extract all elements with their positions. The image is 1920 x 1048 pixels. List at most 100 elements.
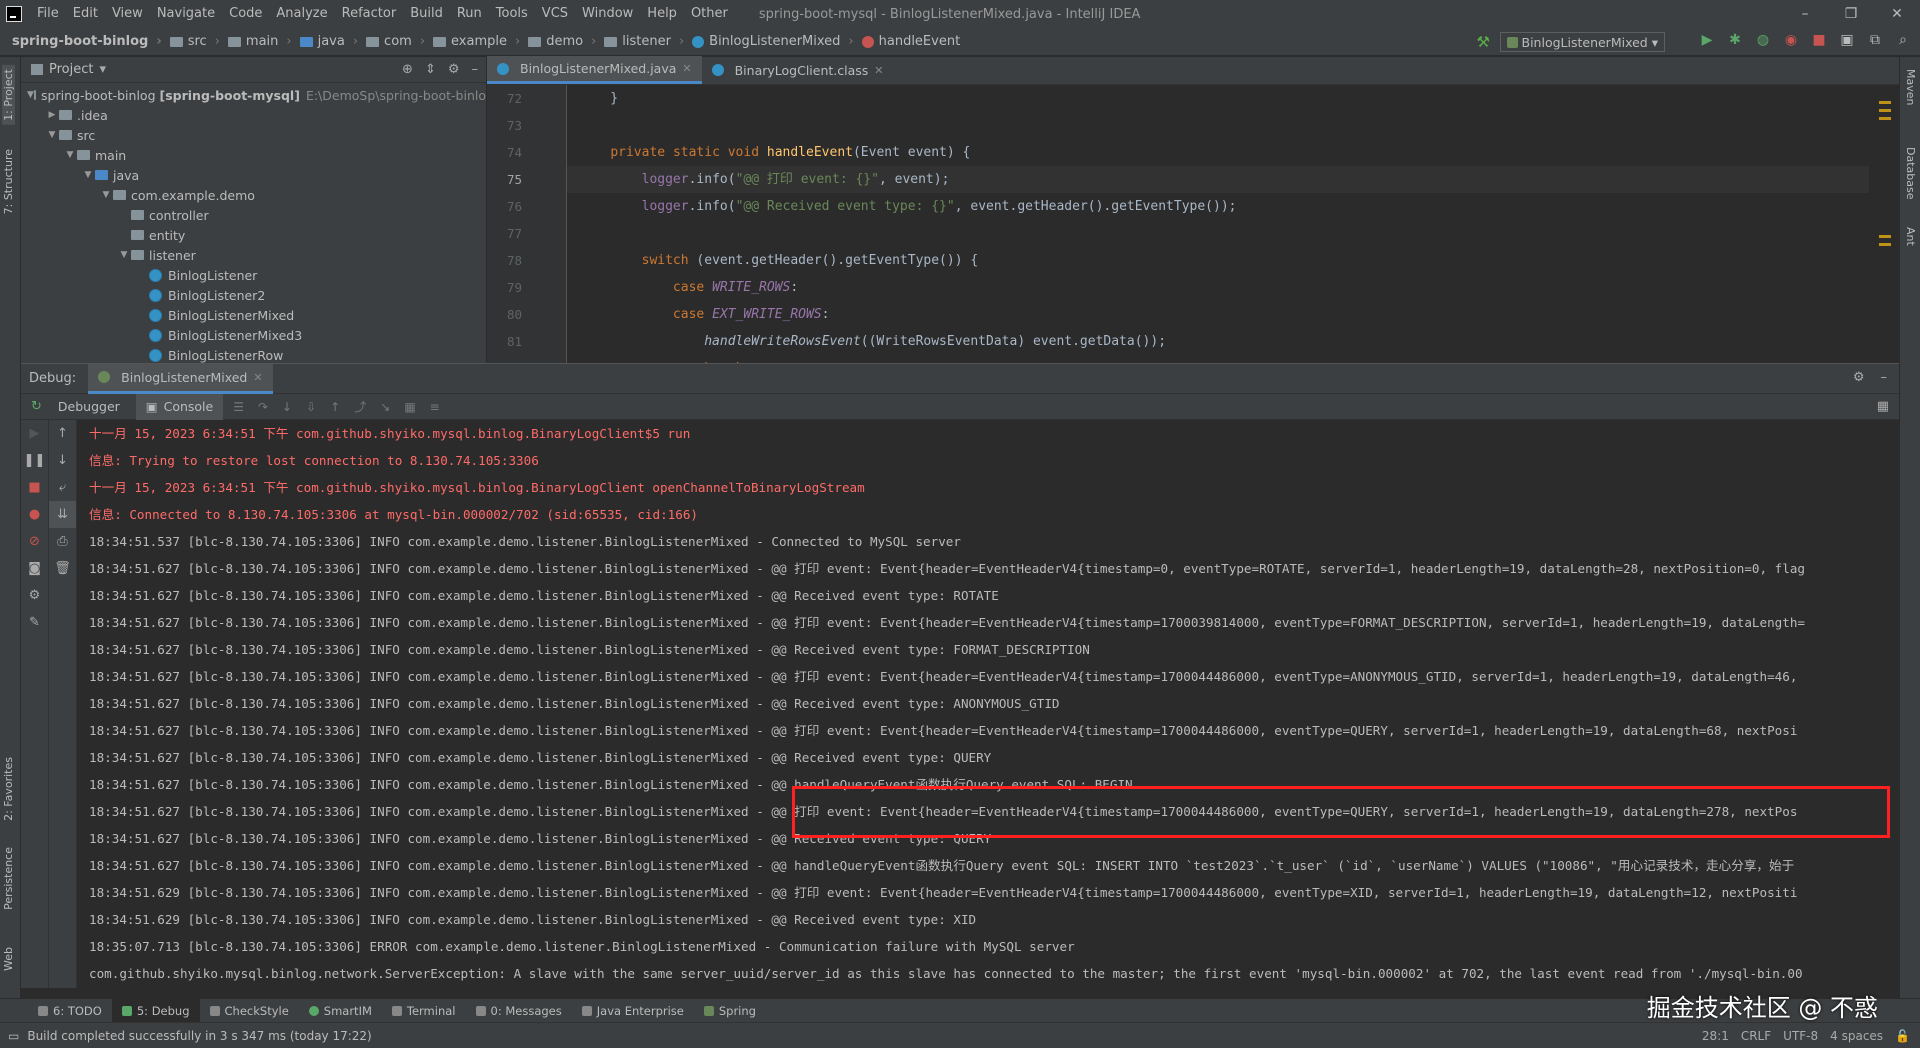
stop-icon[interactable]: ■ <box>21 474 48 501</box>
code-line[interactable]: case WRITE_ROWS: <box>567 274 1869 301</box>
tree-item[interactable]: ▶ .idea <box>21 105 486 125</box>
tool-tab-maven[interactable]: Maven <box>1904 69 1917 105</box>
menu-edit[interactable]: Edit <box>66 0 105 28</box>
rerun-icon[interactable]: ↻ <box>31 399 42 414</box>
line-number[interactable]: 72 <box>487 85 566 112</box>
console-line[interactable]: 18:34:51.627 [blc-8.130.74.105:3306] INF… <box>89 555 1889 582</box>
chevron-down-icon[interactable]: ▼ <box>27 90 34 100</box>
line-number[interactable]: 79 <box>487 274 566 301</box>
error-stripe-mark[interactable] <box>1879 243 1891 246</box>
chevron-down-icon[interactable]: ▼ <box>63 150 77 160</box>
print-icon[interactable]: ⎙ <box>49 528 76 555</box>
code-line[interactable]: logger.info("@@ 打印 event: {}", event); <box>567 166 1869 193</box>
menu-file[interactable]: File <box>30 0 66 28</box>
minimize-icon[interactable]: – <box>1782 0 1828 28</box>
search-everywhere-icon[interactable]: ⌕ <box>1894 32 1912 48</box>
layout-icon[interactable]: ⧉ <box>1866 32 1884 48</box>
error-stripe-mark[interactable] <box>1879 117 1891 120</box>
coverage-icon[interactable]: ◍ <box>1754 32 1772 48</box>
code-line[interactable]: private static void handleEvent(Event ev… <box>567 139 1869 166</box>
tab-debugger[interactable]: Debugger <box>48 394 130 420</box>
tree-item[interactable]: BinlogListenerMixed <box>21 305 486 325</box>
console-line[interactable]: 信息: Connected to 8.130.74.105:3306 at my… <box>89 501 1889 528</box>
menu-build[interactable]: Build <box>403 0 450 28</box>
view-breakpoints-icon[interactable]: ● <box>21 501 48 528</box>
tree-item[interactable]: ▼ main <box>21 145 486 165</box>
close-icon[interactable]: ✕ <box>874 64 883 77</box>
tree-item[interactable]: BinlogListener <box>21 265 486 285</box>
show-execution-point-icon[interactable]: ☰ <box>233 400 244 414</box>
profile-icon[interactable]: ◉ <box>1782 32 1800 48</box>
code-line[interactable]: case EXT_WRITE_ROWS: <box>567 301 1869 328</box>
console-line[interactable]: 信息: Trying to restore lost connection to… <box>89 447 1889 474</box>
stop-icon[interactable]: ■ <box>1810 32 1828 48</box>
indent-setting[interactable]: 4 spaces <box>1830 1029 1883 1043</box>
tool-tab-database[interactable]: Database <box>1904 147 1917 200</box>
chevron-down-icon[interactable]: ▼ <box>81 170 95 180</box>
tree-item[interactable]: BinlogListener2 <box>21 285 486 305</box>
console-line[interactable]: 18:34:51.627 [blc-8.130.74.105:3306] INF… <box>89 582 1889 609</box>
trace-icon[interactable]: ≡ <box>430 400 440 414</box>
close-icon[interactable]: ✕ <box>682 62 691 75</box>
breadcrumb-example[interactable]: example › <box>429 34 524 49</box>
line-number[interactable]: 82 <box>487 355 566 363</box>
lock-icon[interactable]: 🔓 <box>1895 1029 1910 1043</box>
tool-tab-debug[interactable]: 5: Debug <box>111 998 200 1023</box>
menu-window[interactable]: Window <box>575 0 640 28</box>
breadcrumb-project[interactable]: spring-boot-binlog › <box>0 34 166 49</box>
pause-icon[interactable]: ❚❚ <box>21 447 48 474</box>
status-layout-icon[interactable]: ▭ <box>8 1029 19 1043</box>
console-line[interactable]: 十一月 15, 2023 6:34:51 下午 com.github.shyik… <box>89 474 1889 501</box>
code-line[interactable]: switch (event.getHeader().getEventType()… <box>567 247 1869 274</box>
breadcrumb-listener[interactable]: listener › <box>600 34 688 49</box>
code-line[interactable]: break; <box>567 355 1869 363</box>
line-number[interactable]: 74 <box>487 139 566 166</box>
console-line[interactable]: 18:34:51.627 [blc-8.130.74.105:3306] INF… <box>89 717 1889 744</box>
step-over-icon[interactable]: ↷ <box>258 400 268 414</box>
console-line[interactable]: 十一月 15, 2023 6:34:51 下午 com.github.shyik… <box>89 420 1889 447</box>
line-number[interactable]: 76 <box>487 193 566 220</box>
tree-item[interactable]: ▼ src <box>21 125 486 145</box>
scroll-to-end-icon[interactable]: ⇊ <box>49 501 76 528</box>
code-line[interactable]: logger.info("@@ Received event type: {}"… <box>567 193 1869 220</box>
line-number[interactable]: 81 <box>487 328 566 355</box>
tool-tab-todo[interactable]: 6: TODO <box>28 999 112 1023</box>
console-line[interactable]: 18:34:51.627 [blc-8.130.74.105:3306] INF… <box>89 852 1889 879</box>
console-line[interactable]: 18:34:51.627 [blc-8.130.74.105:3306] INF… <box>89 690 1889 717</box>
error-stripe-mark[interactable] <box>1879 101 1891 104</box>
line-number[interactable]: 78 <box>487 247 566 274</box>
step-out-icon[interactable]: ↑ <box>330 400 340 414</box>
hide-icon[interactable]: – <box>472 62 479 77</box>
step-into-icon[interactable]: ↓ <box>282 400 292 414</box>
console-line[interactable]: 18:34:51.627 [blc-8.130.74.105:3306] INF… <box>89 663 1889 690</box>
breadcrumb-demo[interactable]: demo › <box>524 34 600 49</box>
chevron-down-icon[interactable]: ▼ <box>45 130 59 140</box>
menu-code[interactable]: Code <box>222 0 269 28</box>
tree-item[interactable]: BinlogListenerRow <box>21 345 486 363</box>
line-number[interactable]: 77 <box>487 220 566 247</box>
hide-icon[interactable]: – <box>1881 370 1888 385</box>
code-line[interactable] <box>567 220 1869 247</box>
menu-navigate[interactable]: Navigate <box>150 0 222 28</box>
console-line[interactable]: 18:34:51.627 [blc-8.130.74.105:3306] INF… <box>89 771 1889 798</box>
mute-breakpoints-icon[interactable]: ⊘ <box>21 528 48 555</box>
tool-tab-ant[interactable]: Ant <box>1904 227 1917 246</box>
tool-tab-checkstyle[interactable]: CheckStyle <box>200 999 299 1023</box>
down-arrow-icon[interactable]: ↓ <box>49 447 76 474</box>
tab-console[interactable]: ▣ Console <box>135 393 224 420</box>
chevron-down-icon[interactable]: ▼ <box>99 190 113 200</box>
run-icon[interactable]: ▶ <box>1698 32 1716 48</box>
tool-tab-spring[interactable]: Spring <box>694 999 766 1023</box>
breadcrumb-method[interactable]: handleEvent <box>858 34 965 49</box>
resume-icon[interactable]: ▶ <box>21 420 48 447</box>
debug-session-tab[interactable]: BinlogListenerMixed ✕ <box>88 363 273 394</box>
tool-tab-project[interactable]: 1: Project <box>2 65 15 125</box>
console-line[interactable]: 18:34:51.537 [blc-8.130.74.105:3306] INF… <box>89 528 1889 555</box>
tree-item[interactable]: BinlogListenerMixed3 <box>21 325 486 345</box>
console-line[interactable]: 18:34:51.627 [blc-8.130.74.105:3306] INF… <box>89 744 1889 771</box>
tree-item[interactable]: ▼ listener <box>21 245 486 265</box>
up-arrow-icon[interactable]: ↑ <box>49 420 76 447</box>
camera-icon[interactable]: ◙ <box>21 555 48 582</box>
tree-item[interactable]: controller <box>21 205 486 225</box>
breadcrumb-src[interactable]: src › <box>166 34 224 49</box>
